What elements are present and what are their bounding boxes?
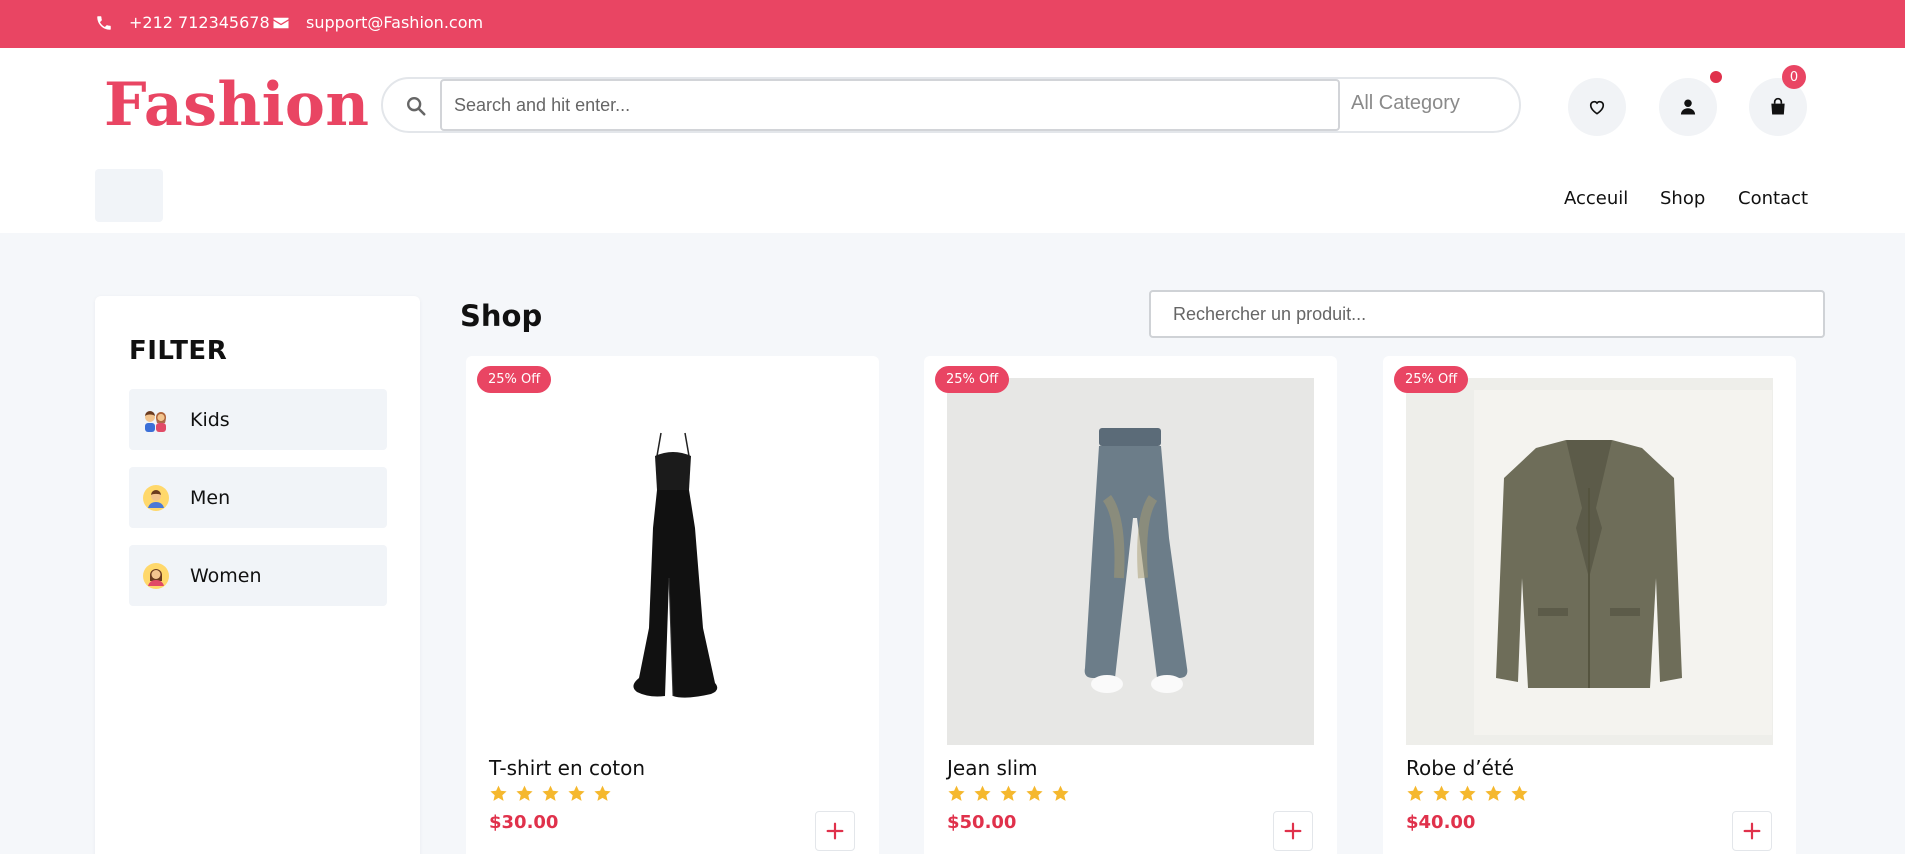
filter-item-label: Women <box>190 564 262 587</box>
page-title: Shop <box>460 299 543 333</box>
kids-icon <box>141 405 171 435</box>
star-icon <box>974 785 991 801</box>
brand-logo[interactable]: Fashion <box>104 70 370 140</box>
heart-icon <box>1589 100 1605 115</box>
shopping-bag-icon <box>1771 97 1785 115</box>
product-rating <box>489 784 619 803</box>
notification-dot <box>1710 71 1722 83</box>
star-icon <box>490 785 507 801</box>
discount-badge: 25% Off <box>1394 366 1469 393</box>
man-icon <box>141 483 171 513</box>
star-icon <box>594 785 611 801</box>
nav-link-contact[interactable]: Contact <box>1738 188 1808 209</box>
menu-toggle-button[interactable] <box>95 169 163 222</box>
wishlist-button[interactable] <box>1568 78 1626 136</box>
header-search-bar: All Category <box>381 77 1521 133</box>
star-icon <box>1433 785 1450 801</box>
product-card[interactable]: 25% Off T-shirt en coton $30.00 <box>466 356 879 854</box>
star-icon <box>1000 785 1017 801</box>
star-icon <box>568 785 585 801</box>
category-select[interactable]: All Category <box>1351 92 1460 115</box>
star-icon <box>1407 785 1424 801</box>
product-card[interactable]: 25% Off Jean slim $50.00 <box>924 356 1337 854</box>
add-to-cart-button[interactable] <box>1732 811 1772 851</box>
star-icon <box>1511 785 1528 801</box>
product-image-black-dress[interactable] <box>489 378 856 745</box>
cart-count-badge: 0 <box>1782 65 1806 89</box>
discount-badge: 25% Off <box>477 366 552 393</box>
product-search-input[interactable] <box>1149 290 1825 338</box>
plus-icon <box>826 822 844 840</box>
add-to-cart-button[interactable] <box>815 811 855 851</box>
top-contact-bar: +212 712345678 support@Fashion.com <box>0 0 1905 48</box>
star-icon <box>1459 785 1476 801</box>
filter-item-women[interactable]: Women <box>129 545 387 606</box>
nav-link-shop[interactable]: Shop <box>1660 188 1705 209</box>
nav-link-home[interactable]: Acceuil <box>1564 188 1628 209</box>
plus-icon <box>1743 822 1761 840</box>
filter-title: FILTER <box>129 336 228 366</box>
search-input[interactable] <box>440 79 1340 131</box>
product-name[interactable]: T-shirt en coton <box>489 756 645 780</box>
account-button[interactable] <box>1659 78 1717 136</box>
contact-email[interactable]: support@Fashion.com <box>272 13 483 32</box>
star-icon <box>948 785 965 801</box>
product-rating <box>1406 784 1536 803</box>
product-rating <box>947 784 1077 803</box>
woman-icon <box>141 561 171 591</box>
filter-item-kids[interactable]: Kids <box>129 389 387 450</box>
product-price: $40.00 <box>1406 812 1476 833</box>
plus-icon <box>1284 822 1302 840</box>
star-icon <box>1052 785 1069 801</box>
search-icon[interactable] <box>405 95 427 117</box>
filter-item-label: Kids <box>190 408 230 431</box>
envelope-icon <box>273 17 289 28</box>
discount-badge: 25% Off <box>935 366 1010 393</box>
phone-text: +212 712345678 <box>129 13 270 32</box>
add-to-cart-button[interactable] <box>1273 811 1313 851</box>
star-icon <box>542 785 559 801</box>
product-price: $30.00 <box>489 812 559 833</box>
star-icon <box>1026 785 1043 801</box>
star-icon <box>1485 785 1502 801</box>
product-image-olive-blazer[interactable] <box>1406 378 1773 745</box>
product-card[interactable]: 25% Off Robe d’été $40.00 <box>1383 356 1796 854</box>
product-price: $50.00 <box>947 812 1017 833</box>
star-icon <box>516 785 533 801</box>
user-icon <box>1680 99 1696 115</box>
site-header: Fashion All Category 0 Acceuil Shop Cont… <box>0 48 1905 233</box>
phone-icon <box>97 15 111 30</box>
contact-phone[interactable]: +212 712345678 <box>95 13 270 32</box>
email-text: support@Fashion.com <box>306 13 484 32</box>
filter-sidebar: FILTER Kids Men Women <box>95 296 420 854</box>
product-name[interactable]: Jean slim <box>947 756 1038 780</box>
filter-item-label: Men <box>190 486 231 509</box>
product-image-wide-jeans[interactable] <box>947 378 1314 745</box>
product-name[interactable]: Robe d’été <box>1406 756 1514 780</box>
filter-item-men[interactable]: Men <box>129 467 387 528</box>
